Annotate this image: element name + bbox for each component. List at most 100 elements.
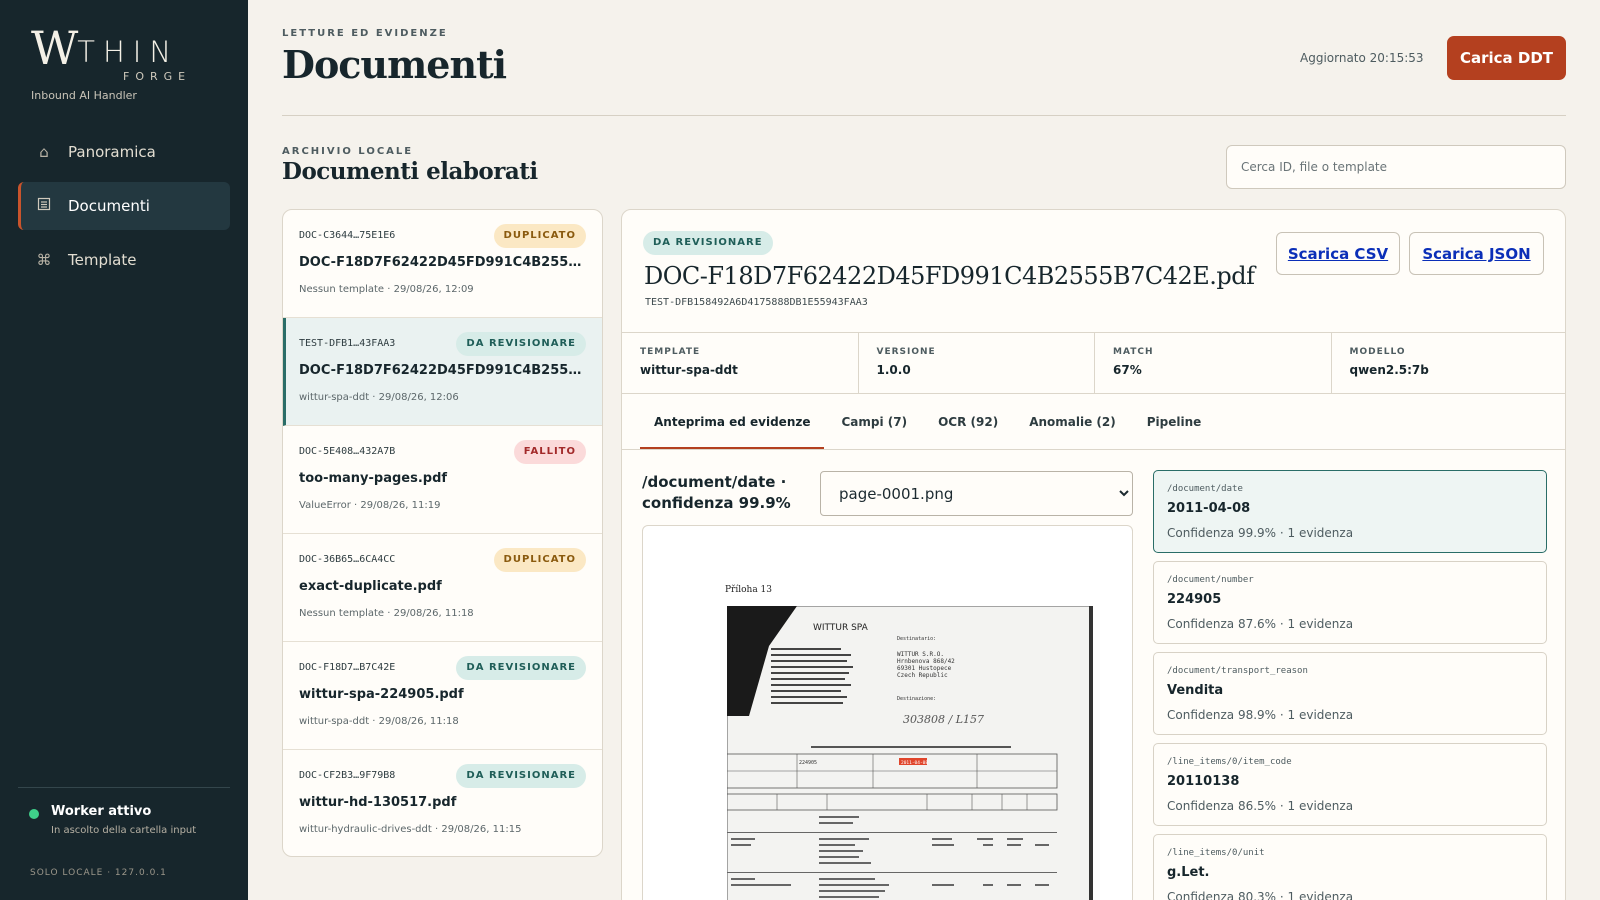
field-path: /document/number (1167, 575, 1254, 585)
sidebar-divider (18, 787, 230, 788)
document-meta: Nessun template · 29/08/26, 12:09 (299, 284, 474, 295)
page-select[interactable]: page-0001.png (820, 471, 1133, 516)
meta-label: MATCH (1113, 347, 1154, 357)
detail-meta-row: TEMPLATE wittur-spa-ddt VERSIONE 1.0.0 M… (622, 332, 1566, 394)
meta-label: MODELLO (1349, 347, 1406, 357)
field-confidence: Confidenza 80.3% · 1 evidenza (1167, 890, 1354, 900)
status-badge: DUPLICATO (493, 224, 586, 248)
document-id: DOC-F18D7…B7C42E (299, 662, 396, 673)
field-value: 20110138 (1167, 774, 1240, 789)
last-updated: Aggiornato 20:15:53 (1300, 51, 1424, 65)
document-filename: too-many-pages.pdf (299, 471, 448, 486)
download-csv-button[interactable]: Scarica CSV (1276, 232, 1400, 275)
sidebar-item-label: Panoramica (68, 143, 156, 161)
preview-recipient-label: Destinatario: (897, 636, 936, 642)
field-path: /line_items/0/unit (1167, 848, 1265, 858)
section-eyebrow: ARCHIVIO LOCALE (282, 146, 414, 157)
status-badge: DA REVISIONARE (456, 764, 586, 788)
document-meta: ValueError · 29/08/26, 11:19 (299, 500, 441, 511)
field-value: 2011-04-08 (1167, 501, 1251, 516)
sidebar-item-panoramica[interactable]: ⌂ Panoramica (18, 128, 230, 176)
document-list-item[interactable]: DOC-36B65…6CA4CC DUPLICATO exact-duplica… (283, 534, 602, 642)
document-filename: exact-duplicate.pdf (299, 579, 442, 594)
tab-preview[interactable]: Anteprima ed evidenze (640, 394, 825, 450)
status-badge: DA REVISIONARE (643, 231, 773, 255)
detail-subtitle: TEST-DFB158492A6D4175888DB1E55943FAA3 (645, 297, 868, 308)
brand-logo-forge: FORGE (123, 70, 192, 83)
document-list: DOC-C3644…75E1E6 DUPLICATO DOC-F18D7F624… (282, 209, 603, 857)
sidebar-item-template[interactable]: ⌘ Template (18, 236, 230, 284)
meta-model: MODELLO qwen2.5:7b (1332, 333, 1566, 393)
document-list-item[interactable]: DOC-C3644…75E1E6 DUPLICATO DOC-F18D7F624… (283, 210, 602, 318)
document-id: DOC-5E408…432A7B (299, 446, 396, 457)
meta-value: qwen2.5:7b (1349, 363, 1429, 377)
tab-fields[interactable]: Campi (7) (827, 394, 921, 450)
meta-value: 67% (1113, 363, 1142, 377)
search-input[interactable] (1226, 145, 1566, 189)
worker-status-subtitle: In ascolto della cartella input (51, 825, 197, 836)
document-filename: DOC-F18D7F62422D45FD991C4B2555B7C42E.pdf (299, 255, 584, 270)
document-meta: wittur-spa-ddt · 29/08/26, 11:18 (299, 716, 459, 727)
preview-company: WITTUR SPA (813, 623, 869, 633)
evidence-highlight-text: 2011-04-08 (901, 760, 928, 766)
status-badge: DA REVISIONARE (456, 656, 586, 680)
field-confidence: Confidenza 87.6% · 1 evidenza (1167, 617, 1354, 631)
document-list-item[interactable]: DOC-CF2B3…9F79B8 DA REVISIONARE wittur-h… (283, 750, 602, 856)
document-id: DOC-CF2B3…9F79B8 (299, 770, 396, 781)
evidence-title: /document/date · confidenza 99.9% (642, 473, 791, 512)
document-preview: Příloha 13 WITTUR SPA Destinatario: WITT… (642, 525, 1133, 900)
field-value: Vendita (1167, 683, 1224, 698)
sidebar-item-label: Documenti (68, 197, 150, 215)
field-confidence: Confidenza 86.5% · 1 evidenza (1167, 799, 1354, 813)
field-card-transport-reason[interactable]: /document/transport_reason Vendita Confi… (1153, 652, 1547, 735)
preview-recipient-line: 69301 Hustopece (897, 665, 952, 672)
document-filename: wittur-spa-224905.pdf (299, 687, 464, 702)
preview-page-label: Příloha 13 (725, 585, 773, 595)
sidebar-footer: SOLO LOCALE · 127.0.0.1 (30, 868, 167, 878)
header-divider (282, 115, 1566, 116)
detail-tabs: Anteprima ed evidenze Campi (7) OCR (92)… (640, 394, 1218, 450)
field-confidence: Confidenza 98.9% · 1 evidenza (1167, 708, 1354, 722)
field-confidence: Confidenza 99.9% · 1 evidenza (1167, 526, 1354, 540)
document-filename: wittur-hd-130517.pdf (299, 795, 457, 810)
preview-recipient-line: Hrnbenova 868/42 (897, 658, 955, 665)
document-meta: Nessun template · 29/08/26, 11:18 (299, 608, 474, 619)
page-title: Documenti (282, 42, 507, 87)
document-id: TEST-DFB1…43FAA3 (299, 338, 396, 349)
field-card-document-number[interactable]: /document/number 224905 Confidenza 87.6%… (1153, 561, 1547, 644)
tab-pipeline[interactable]: Pipeline (1133, 394, 1216, 450)
sidebar-item-label: Template (68, 251, 137, 269)
field-path: /line_items/0/item_code (1167, 757, 1292, 767)
brand-subtitle: Inbound AI Handler (31, 89, 137, 102)
field-card-document-date[interactable]: /document/date 2011-04-08 Confidenza 99.… (1153, 470, 1547, 553)
document-meta: wittur-spa-ddt · 29/08/26, 12:06 (299, 392, 459, 403)
document-id: DOC-36B65…6CA4CC (299, 554, 396, 565)
extracted-fields: /document/date 2011-04-08 Confidenza 99.… (1153, 470, 1547, 900)
brand-logo-w: W (31, 21, 78, 75)
document-list-icon (36, 197, 52, 215)
section-title: Documenti elaborati (282, 158, 538, 185)
document-meta: wittur-hydraulic-drives-ddt · 29/08/26, … (299, 824, 522, 835)
status-badge: FALLITO (513, 440, 586, 464)
tab-anomalies[interactable]: Anomalie (2) (1015, 394, 1130, 450)
brand-logo: W THIN FORGE (31, 21, 185, 83)
upload-ddt-button[interactable]: Carica DDT (1447, 36, 1566, 80)
meta-template: TEMPLATE wittur-spa-ddt (622, 333, 859, 393)
document-list-item-selected[interactable]: TEST-DFB1…43FAA3 DA REVISIONARE DOC-F18D… (283, 318, 602, 426)
field-card-unit[interactable]: /line_items/0/unit g.Let. Confidenza 80.… (1153, 834, 1547, 900)
tab-ocr[interactable]: OCR (92) (924, 394, 1012, 450)
field-path: /document/transport_reason (1167, 666, 1308, 676)
document-list-item[interactable]: DOC-F18D7…B7C42E DA REVISIONARE wittur-s… (283, 642, 602, 750)
sidebar-item-documenti[interactable]: Documenti (18, 182, 230, 230)
download-json-button[interactable]: Scarica JSON (1409, 232, 1544, 275)
preview-recipient-line: WITTUR S.R.O. (897, 651, 944, 658)
status-badge: DA REVISIONARE (456, 332, 586, 356)
document-detail-panel: DA REVISIONARE DOC-F18D7F62422D45FD991C4… (621, 209, 1566, 900)
document-list-item[interactable]: DOC-5E408…432A7B FALLITO too-many-pages.… (283, 426, 602, 534)
field-path: /document/date (1167, 484, 1243, 494)
field-card-item-code[interactable]: /line_items/0/item_code 20110138 Confide… (1153, 743, 1547, 826)
brand-logo-thin: THIN (77, 35, 180, 69)
meta-label: VERSIONE (876, 347, 936, 357)
page-eyebrow: LETTURE ED EVIDENZE (282, 28, 448, 39)
meta-match: MATCH 67% (1095, 333, 1332, 393)
